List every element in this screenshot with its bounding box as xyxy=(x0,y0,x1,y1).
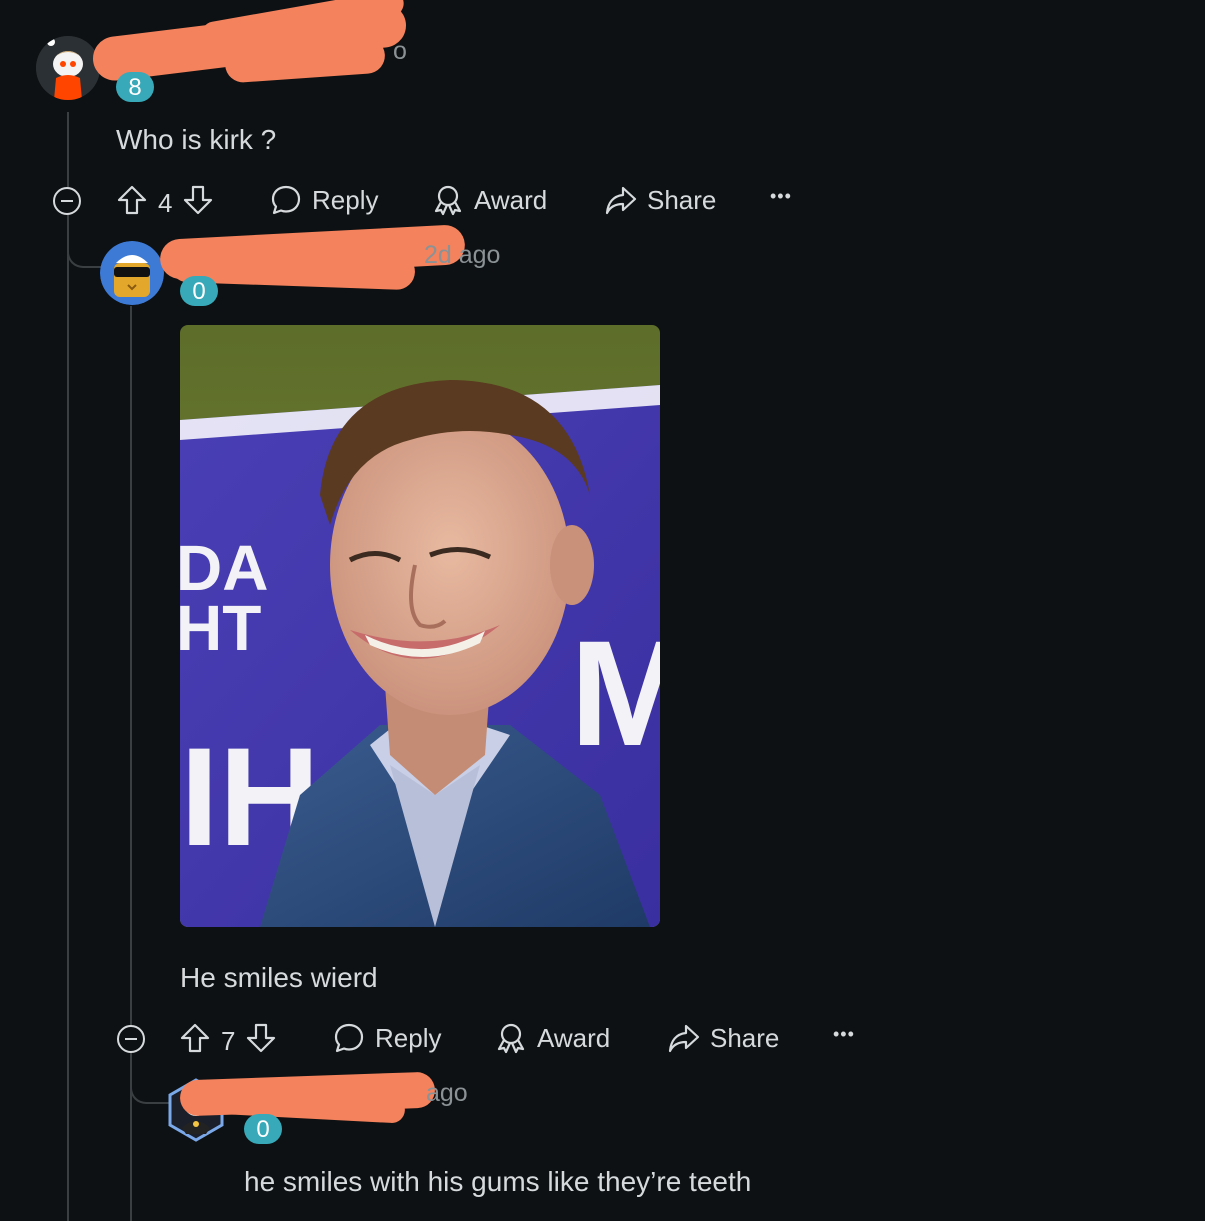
award-button[interactable]: Award xyxy=(495,1022,610,1054)
vote-count: 4 xyxy=(158,188,173,218)
comment-body: He smiles wierd xyxy=(180,962,378,993)
reply-label: Reply xyxy=(312,184,379,215)
sign-text: M xyxy=(570,609,660,777)
vote-controls: 7 xyxy=(179,1022,277,1061)
speech-bubble-icon xyxy=(270,184,302,216)
user-avatar[interactable] xyxy=(36,36,100,100)
smiling-man-photo: DA HT IH M xyxy=(180,325,660,927)
user-flair-badge: 8 xyxy=(116,72,154,102)
more-options-button[interactable]: ••• xyxy=(833,1024,855,1045)
collapse-icon[interactable] xyxy=(53,187,81,215)
thread-line-level-1 xyxy=(67,112,69,1221)
award-label: Award xyxy=(474,184,548,215)
award-ribbon-icon xyxy=(495,1022,527,1054)
thread-elbow xyxy=(67,222,103,268)
upvote-arrow-icon[interactable] xyxy=(116,184,148,223)
sign-text: HT xyxy=(180,592,261,664)
comment-timestamp: o xyxy=(393,37,407,65)
user-avatar[interactable] xyxy=(100,241,164,305)
award-ribbon-icon xyxy=(432,184,464,216)
user-flair-badge: 0 xyxy=(180,276,218,306)
vote-controls: 4 xyxy=(116,184,214,223)
collapse-icon[interactable] xyxy=(117,1025,145,1053)
share-button[interactable]: Share xyxy=(605,184,716,216)
reply-button[interactable]: Reply xyxy=(270,184,378,216)
comment-body: Who is kirk ? xyxy=(116,124,277,155)
vote-count: 7 xyxy=(221,1026,236,1056)
share-button[interactable]: Share xyxy=(668,1022,779,1054)
comment-timestamp: 2d ago xyxy=(424,241,501,269)
user-flair-badge: 0 xyxy=(244,1114,282,1144)
share-arrow-icon xyxy=(668,1022,700,1054)
thread-elbow xyxy=(130,1058,170,1104)
share-label: Share xyxy=(710,1022,780,1053)
upvote-arrow-icon[interactable] xyxy=(179,1022,211,1061)
award-button[interactable]: Award xyxy=(432,184,547,216)
comment-timestamp: ago xyxy=(426,1079,468,1107)
award-label: Award xyxy=(537,1022,611,1053)
more-options-button[interactable]: ••• xyxy=(770,186,792,207)
share-label: Share xyxy=(647,184,717,215)
speech-bubble-icon xyxy=(333,1022,365,1054)
comment-image[interactable]: DA HT IH M xyxy=(180,325,660,927)
comment-body: he smiles with his gums like they’re tee… xyxy=(244,1166,752,1197)
reply-label: Reply xyxy=(375,1022,442,1053)
share-arrow-icon xyxy=(605,184,637,216)
reply-button[interactable]: Reply xyxy=(333,1022,441,1054)
downvote-arrow-icon[interactable] xyxy=(182,184,214,223)
downvote-arrow-icon[interactable] xyxy=(245,1022,277,1061)
